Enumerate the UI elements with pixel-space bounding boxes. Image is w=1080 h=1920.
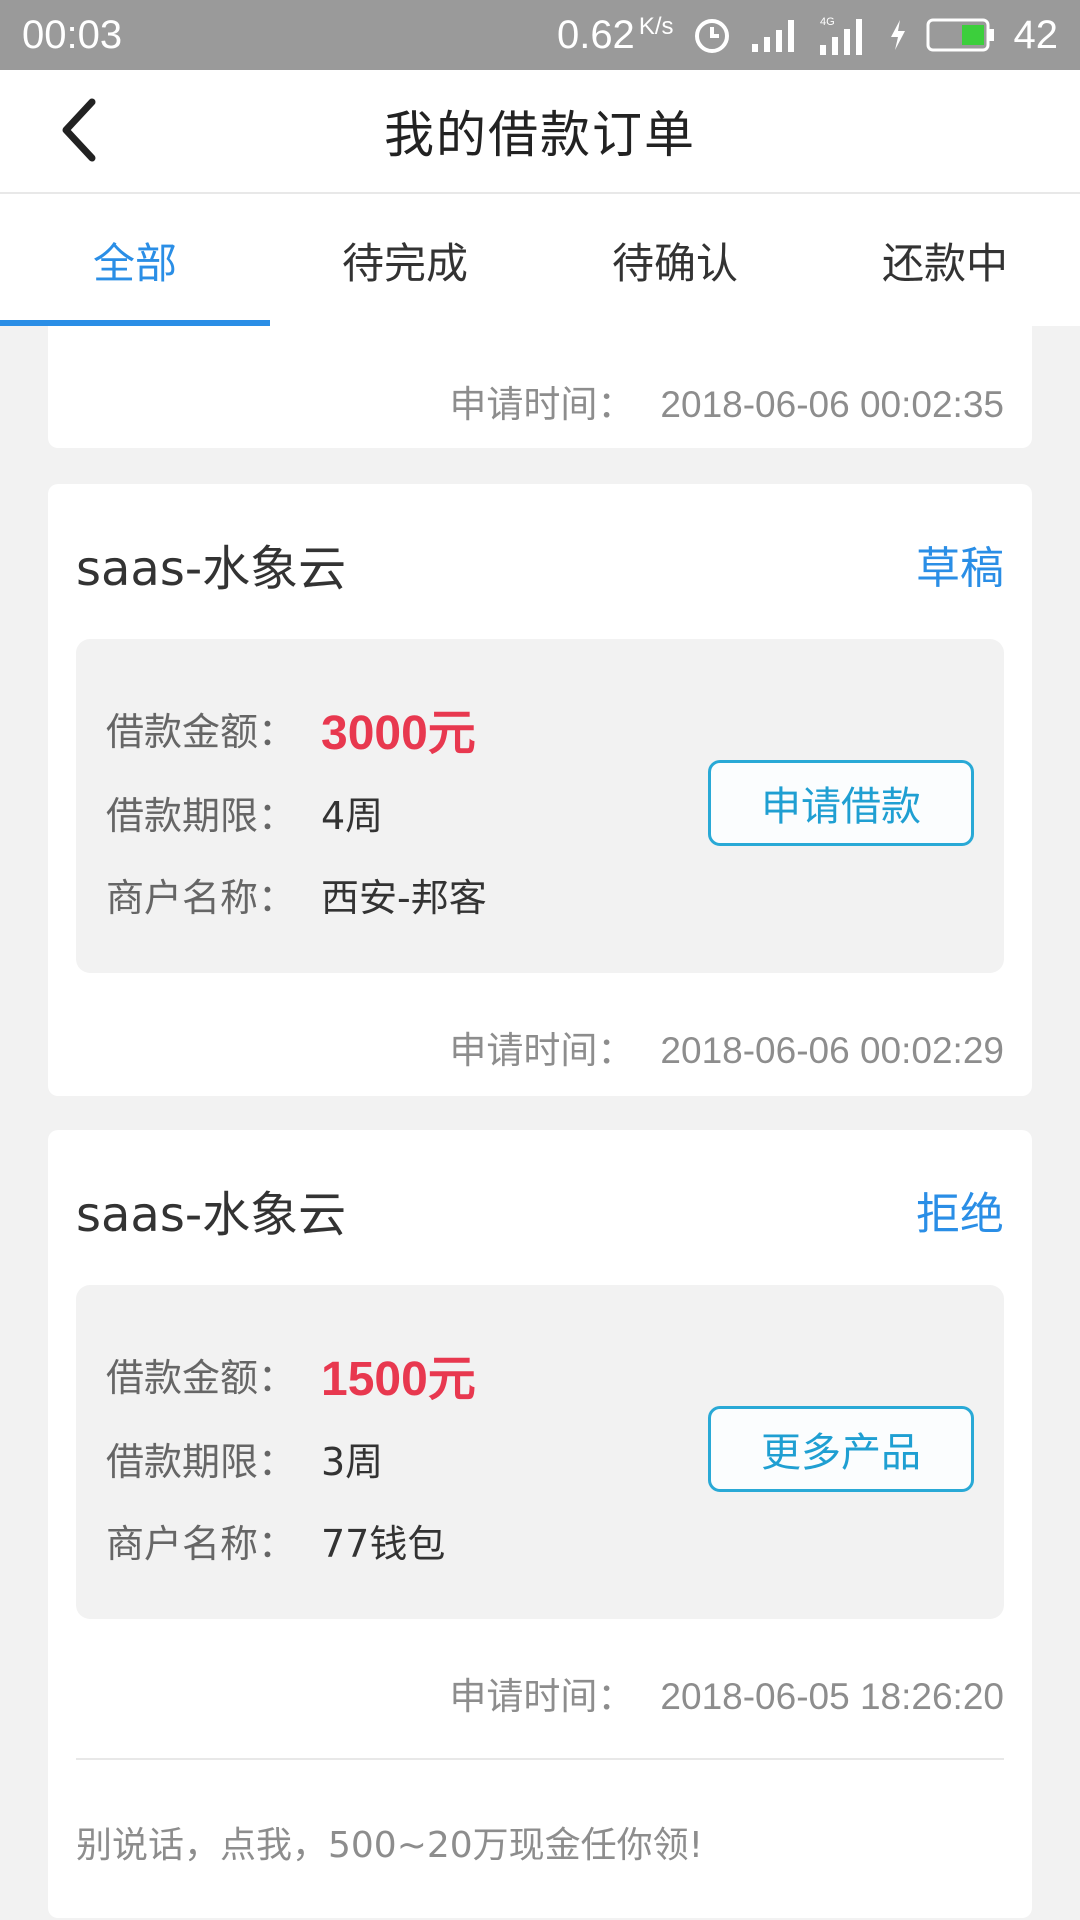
merchant-label: 商户名称： (106, 1522, 297, 1566)
battery-icon (926, 17, 996, 53)
product-name: saas-水象云 (76, 1187, 347, 1243)
merchant-value: 77钱包 (321, 1522, 446, 1566)
order-info-box: 借款金额： 1500元 借款期限： 3周 商户名称： 77钱包 更多产品 (76, 1285, 1004, 1619)
apply-time-label: 申请时间： (449, 1029, 635, 1072)
term-label: 借款期限： (106, 1440, 297, 1484)
apply-loan-button[interactable]: 申请借款 (708, 760, 974, 846)
merchant-row: 商户名称： 77钱包 (106, 1513, 445, 1568)
net-speed-unit: K/s (638, 12, 674, 40)
more-products-button[interactable]: 更多产品 (708, 1406, 974, 1492)
net-speed: 0.62 K/s (557, 13, 674, 58)
card-header: saas-水象云 拒绝 (76, 1130, 1004, 1290)
tab-pending-complete[interactable]: 待完成 (270, 194, 540, 326)
divider (76, 1758, 1004, 1760)
apply-time: 申请时间： 2018-06-05 18:26:20 (449, 1666, 1004, 1720)
status-time: 00:03 (22, 12, 123, 57)
tab-bar: 全部 待完成 待确认 还款中 (0, 194, 1080, 326)
merchant-value: 西安-邦客 (321, 876, 487, 920)
product-name: saas-水象云 (76, 541, 347, 597)
term-value: 4周 (321, 794, 384, 838)
card-header: saas-水象云 草稿 (76, 484, 1004, 644)
merchant-label: 商户名称： (106, 876, 297, 920)
amount-label: 借款金额： (106, 1355, 297, 1400)
amount-value: 1500元 (321, 1353, 476, 1406)
battery-percent: 42 (1013, 12, 1059, 57)
net-speed-value: 0.62 (556, 12, 635, 57)
order-card[interactable]: saas-水象云 拒绝 借款金额： 1500元 借款期限： 3周 商户名称： 7… (48, 1130, 1032, 1918)
amount-row: 借款金额： 3000元 (106, 693, 476, 763)
apply-time-value: 2018-06-06 00:02:29 (660, 1030, 1004, 1071)
apply-time-label: 申请时间： (449, 1675, 635, 1718)
tab-repaying[interactable]: 还款中 (810, 194, 1080, 326)
amount-value: 3000元 (321, 707, 476, 760)
app-header: 我的借款订单 (0, 70, 1080, 194)
alarm-icon (692, 15, 732, 55)
status-bar: 00:03 0.62 K/s 4G 42 (0, 0, 1080, 70)
status-badge: 草稿 (916, 543, 1004, 594)
apply-time-value: 2018-06-05 18:26:20 (660, 1676, 1004, 1717)
amount-label: 借款金额： (106, 709, 297, 754)
apply-time: 申请时间： 2018-06-06 00:02:29 (449, 1020, 1004, 1074)
tab-pending-confirm[interactable]: 待确认 (540, 194, 810, 326)
back-button[interactable] (38, 92, 118, 172)
term-value: 3周 (321, 1440, 384, 1484)
term-row: 借款期限： 4周 (106, 785, 383, 840)
apply-time: 申请时间： 2018-06-06 00:02:35 (449, 374, 1004, 428)
amount-row: 借款金额： 1500元 (106, 1339, 476, 1409)
promo-link[interactable]: 别说话，点我，500~20万现金任你领! (76, 1816, 703, 1868)
term-label: 借款期限： (106, 794, 297, 838)
page-title: 我的借款订单 (384, 106, 696, 164)
status-right: 0.62 K/s 4G 42 (557, 13, 1058, 58)
term-row: 借款期限： 3周 (106, 1431, 383, 1486)
signal-icon (750, 18, 800, 52)
merchant-row: 商户名称： 西安-邦客 (106, 867, 487, 922)
order-card-partial[interactable]: 申请时间： 2018-06-06 00:02:35 (48, 326, 1032, 448)
order-card[interactable]: saas-水象云 草稿 借款金额： 3000元 借款期限： 4周 商户名称： 西… (48, 484, 1032, 1096)
tab-all[interactable]: 全部 (0, 194, 270, 326)
order-info-box: 借款金额： 3000元 借款期限： 4周 商户名称： 西安-邦客 申请借款 (76, 639, 1004, 973)
apply-time-value: 2018-06-06 00:02:35 (660, 384, 1004, 425)
status-badge: 拒绝 (916, 1189, 1004, 1240)
charging-icon (888, 18, 908, 52)
apply-time-label: 申请时间： (449, 383, 635, 426)
chevron-left-icon (58, 98, 98, 166)
signal-4g-icon: 4G (818, 15, 870, 55)
svg-text:4G: 4G (820, 16, 835, 28)
